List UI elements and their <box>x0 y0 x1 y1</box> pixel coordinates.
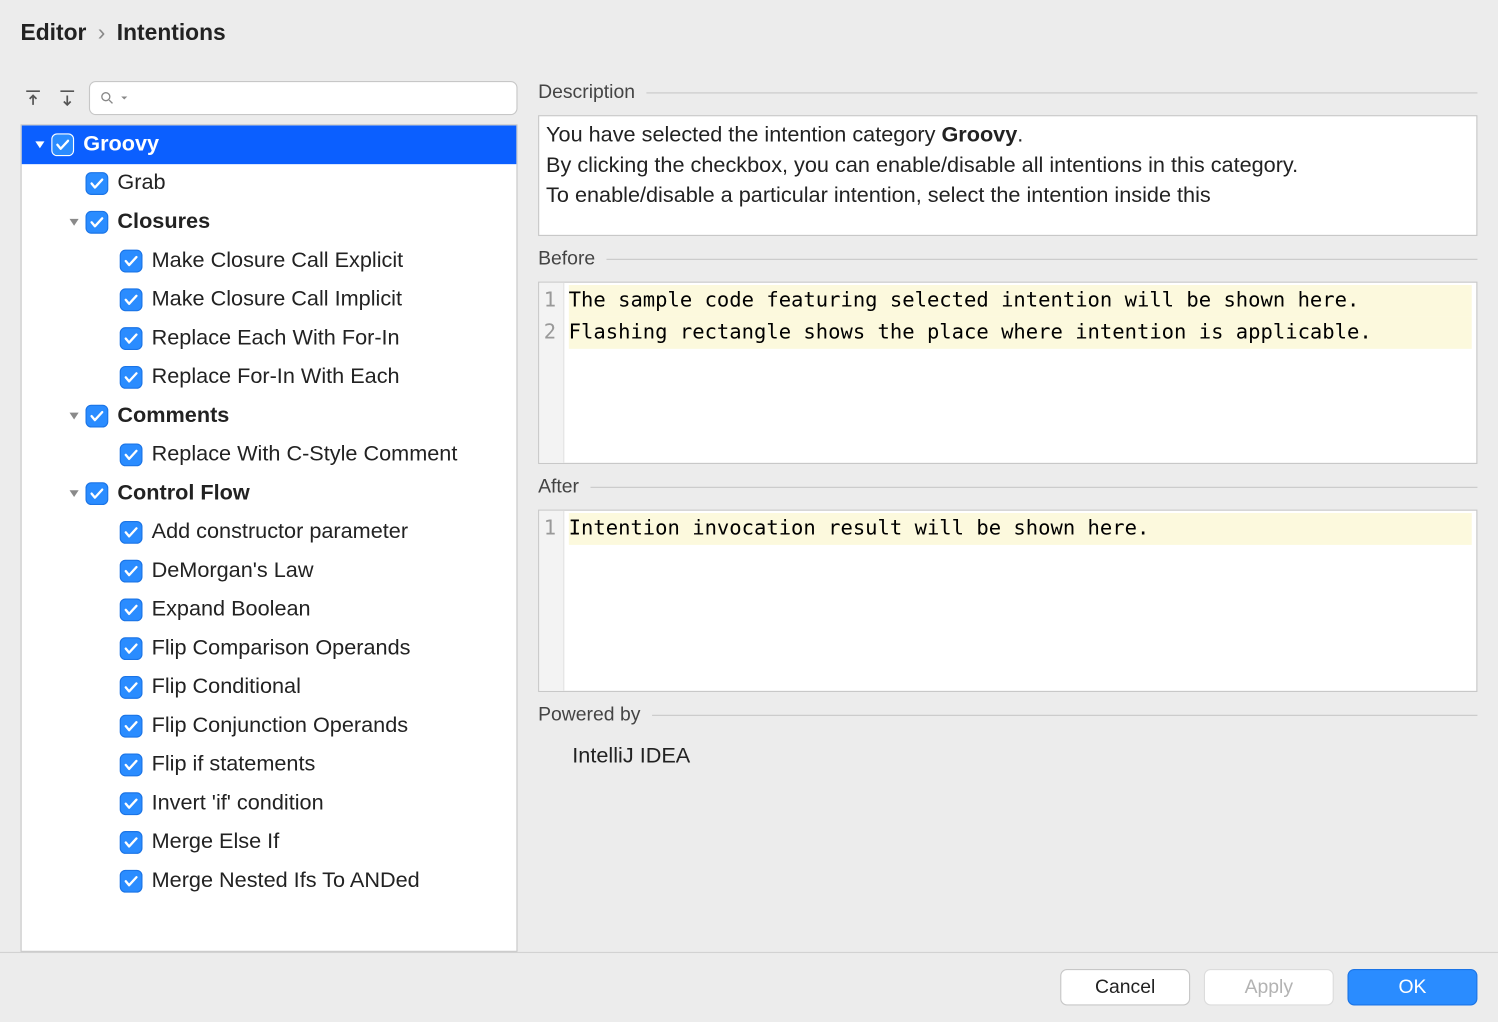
tree-row[interactable]: Flip if statements <box>22 746 517 785</box>
tree-item-label: Add constructor parameter <box>152 520 408 545</box>
tree-row[interactable]: Merge Nested Ifs To ANDed <box>22 862 517 901</box>
checkbox[interactable] <box>120 792 143 815</box>
checkbox[interactable] <box>51 133 74 156</box>
description-box: You have selected the intention category… <box>538 115 1477 236</box>
cancel-button[interactable]: Cancel <box>1060 969 1190 1005</box>
tree-item-label: Flip Comparison Operands <box>152 636 411 661</box>
tree-row[interactable]: Flip Conjunction Operands <box>22 707 517 746</box>
tree-item-label: Flip Conditional <box>152 675 301 700</box>
tree-item-label: Make Closure Call Implicit <box>152 287 402 312</box>
intentions-tree[interactable]: Groovy Grab Closures Make Closure Call Expl… <box>21 124 518 952</box>
after-code: 1 Intention invocation result will be sh… <box>538 510 1477 692</box>
checkbox[interactable] <box>86 172 109 195</box>
tree-row[interactable]: Closures <box>22 203 517 242</box>
checkbox[interactable] <box>120 599 143 622</box>
tree-row[interactable]: Flip Comparison Operands <box>22 629 517 668</box>
tree-row[interactable]: Replace With C-Style Comment <box>22 435 517 474</box>
disclosure-icon[interactable] <box>31 139 49 150</box>
checkbox[interactable] <box>120 366 143 389</box>
tree-row[interactable]: Expand Boolean <box>22 591 517 630</box>
checkbox[interactable] <box>86 211 109 234</box>
tree-row[interactable]: Flip Conditional <box>22 668 517 707</box>
checkbox[interactable] <box>120 443 143 466</box>
collapse-all-icon[interactable] <box>55 86 80 111</box>
description-title: Description <box>538 81 635 104</box>
tree-row[interactable]: Invert 'if' condition <box>22 784 517 823</box>
checkbox[interactable] <box>120 327 143 350</box>
powered-by-value: IntelliJ IDEA <box>538 738 1477 770</box>
tree-item-label: Groovy <box>83 132 159 157</box>
tree-row[interactable]: Groovy <box>22 125 517 164</box>
tree-row[interactable]: Replace For-In With Each <box>22 358 517 397</box>
code-line: Intention invocation result will be show… <box>569 513 1472 545</box>
before-title: Before <box>538 247 595 270</box>
after-title: After <box>538 475 579 498</box>
checkbox[interactable] <box>120 715 143 738</box>
expand-all-icon[interactable] <box>21 86 46 111</box>
description-line3: To enable/disable a particular intention… <box>546 184 1211 208</box>
tree-item-label: Invert 'if' condition <box>152 791 324 816</box>
checkbox[interactable] <box>120 521 143 544</box>
disclosure-icon[interactable] <box>65 217 83 228</box>
tree-item-label: Flip Conjunction Operands <box>152 714 408 739</box>
tree-row[interactable]: Control Flow <box>22 474 517 513</box>
before-code: 12 The sample code featuring selected in… <box>538 282 1477 464</box>
tree-item-label: Comments <box>117 404 229 429</box>
checkbox[interactable] <box>120 754 143 777</box>
checkbox[interactable] <box>120 676 143 699</box>
tree-row[interactable]: Add constructor parameter <box>22 513 517 552</box>
tree-row[interactable]: Replace Each With For-In <box>22 319 517 358</box>
tree-item-label: Merge Nested Ifs To ANDed <box>152 869 420 894</box>
code-line: Flashing rectangle shows the place where… <box>569 317 1472 349</box>
tree-row[interactable]: Make Closure Call Explicit <box>22 242 517 281</box>
search-input-container[interactable] <box>89 81 518 115</box>
checkbox[interactable] <box>120 870 143 893</box>
breadcrumb: Editor › Intentions <box>0 0 1498 58</box>
description-line2: By clicking the checkbox, you can enable… <box>546 153 1298 177</box>
chevron-down-icon[interactable] <box>120 93 129 102</box>
breadcrumb-current: Intentions <box>117 21 226 47</box>
tree-row[interactable]: Make Closure Call Implicit <box>22 280 517 319</box>
tree-row[interactable]: DeMorgan's Law <box>22 552 517 591</box>
description-category: Groovy <box>941 123 1017 147</box>
ok-button[interactable]: OK <box>1347 969 1477 1005</box>
checkbox[interactable] <box>120 637 143 660</box>
disclosure-icon[interactable] <box>65 488 83 499</box>
tree-item-label: Flip if statements <box>152 752 316 777</box>
tree-item-label: Make Closure Call Explicit <box>152 249 404 274</box>
checkbox[interactable] <box>86 482 109 505</box>
checkbox[interactable] <box>120 250 143 273</box>
breadcrumb-root[interactable]: Editor <box>21 21 87 47</box>
tree-item-label: Grab <box>117 171 165 196</box>
tree-item-label: Closures <box>117 210 210 235</box>
checkbox[interactable] <box>120 560 143 583</box>
checkbox[interactable] <box>120 831 143 854</box>
tree-item-label: Expand Boolean <box>152 597 311 622</box>
tree-item-label: Replace For-In With Each <box>152 365 400 390</box>
apply-button[interactable]: Apply <box>1204 969 1334 1005</box>
tree-row[interactable]: Comments <box>22 397 517 436</box>
search-icon <box>99 90 115 106</box>
disclosure-icon[interactable] <box>65 410 83 421</box>
tree-item-label: Merge Else If <box>152 830 280 855</box>
tree-row[interactable]: Grab <box>22 164 517 203</box>
checkbox[interactable] <box>120 288 143 311</box>
checkbox[interactable] <box>86 405 109 428</box>
tree-item-label: Replace With C-Style Comment <box>152 442 458 467</box>
description-prefix: You have selected the intention category <box>546 123 941 147</box>
code-line: The sample code featuring selected inten… <box>569 285 1472 317</box>
tree-item-label: DeMorgan's Law <box>152 559 314 584</box>
chevron-right-icon: › <box>98 21 106 47</box>
search-input[interactable] <box>133 88 507 107</box>
tree-item-label: Control Flow <box>117 481 249 506</box>
tree-item-label: Replace Each With For-In <box>152 326 400 351</box>
tree-row[interactable]: Merge Else If <box>22 823 517 862</box>
description-suffix: . <box>1017 123 1023 147</box>
powered-by-title: Powered by <box>538 703 640 726</box>
